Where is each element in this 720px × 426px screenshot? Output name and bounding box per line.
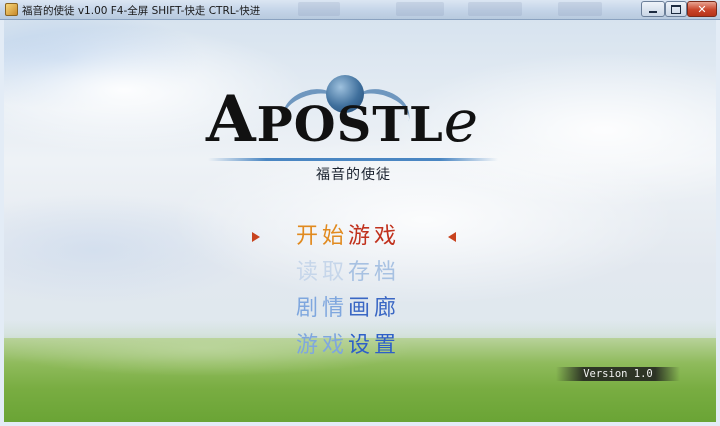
title-bar[interactable]: 福音的使徒 v1.00 F4-全屏 SHIFT-快走 CTRL-快进 ✕	[0, 0, 720, 20]
logo-letter-e: e	[443, 87, 480, 155]
title-reflection	[468, 2, 522, 16]
logo-subtitle: 福音的使徒	[316, 167, 391, 183]
close-button[interactable]: ✕	[687, 1, 717, 17]
triangle-right-icon	[252, 232, 260, 242]
app-icon[interactable]	[5, 3, 18, 16]
menu-game-settings[interactable]: 游戏设置	[296, 331, 426, 361]
menu-label-part: 设置	[348, 333, 401, 358]
game-window: 福音的使徒 v1.00 F4-全屏 SHIFT-快走 CTRL-快进 ✕ APO…	[0, 0, 720, 426]
menu-label-part: 存档	[348, 260, 401, 285]
menu-label-part: 开始	[296, 224, 349, 249]
logo-underline	[208, 158, 498, 161]
title-reflection	[298, 2, 340, 16]
minimize-button[interactable]	[641, 1, 665, 17]
triangle-left-icon	[448, 232, 456, 242]
version-label: Version 1.0	[556, 367, 680, 381]
game-screen[interactable]: APOSTLe 福音的使徒 开始游戏 读取存档 剧情画廊 游戏设置 Versio…	[4, 20, 716, 422]
close-icon: ✕	[697, 2, 707, 16]
menu-label-part: 画廊	[348, 296, 401, 321]
menu-label-part: 读取	[296, 260, 349, 285]
menu-load-save[interactable]: 读取存档	[296, 258, 426, 288]
logo-letter-a: A	[206, 82, 257, 157]
menu-label-part: 游戏	[348, 224, 401, 249]
window-title: 福音的使徒 v1.00 F4-全屏 SHIFT-快走 CTRL-快进	[22, 5, 261, 17]
title-reflection	[396, 2, 444, 16]
logo-wordmark: APOSTLe	[206, 88, 479, 152]
maximize-button[interactable]	[665, 1, 687, 17]
menu-label-part: 游戏	[296, 333, 349, 358]
menu-label-part: 剧情	[296, 296, 349, 321]
title-reflection	[558, 2, 602, 16]
menu-start-game[interactable]: 开始游戏	[296, 222, 426, 252]
maximize-icon	[671, 4, 681, 14]
menu-story-gallery[interactable]: 剧情画廊	[296, 294, 426, 324]
game-logo: APOSTLe 福音的使徒	[200, 72, 510, 192]
minimize-icon	[649, 10, 657, 13]
logo-letters-postl: POSTL	[256, 97, 444, 153]
